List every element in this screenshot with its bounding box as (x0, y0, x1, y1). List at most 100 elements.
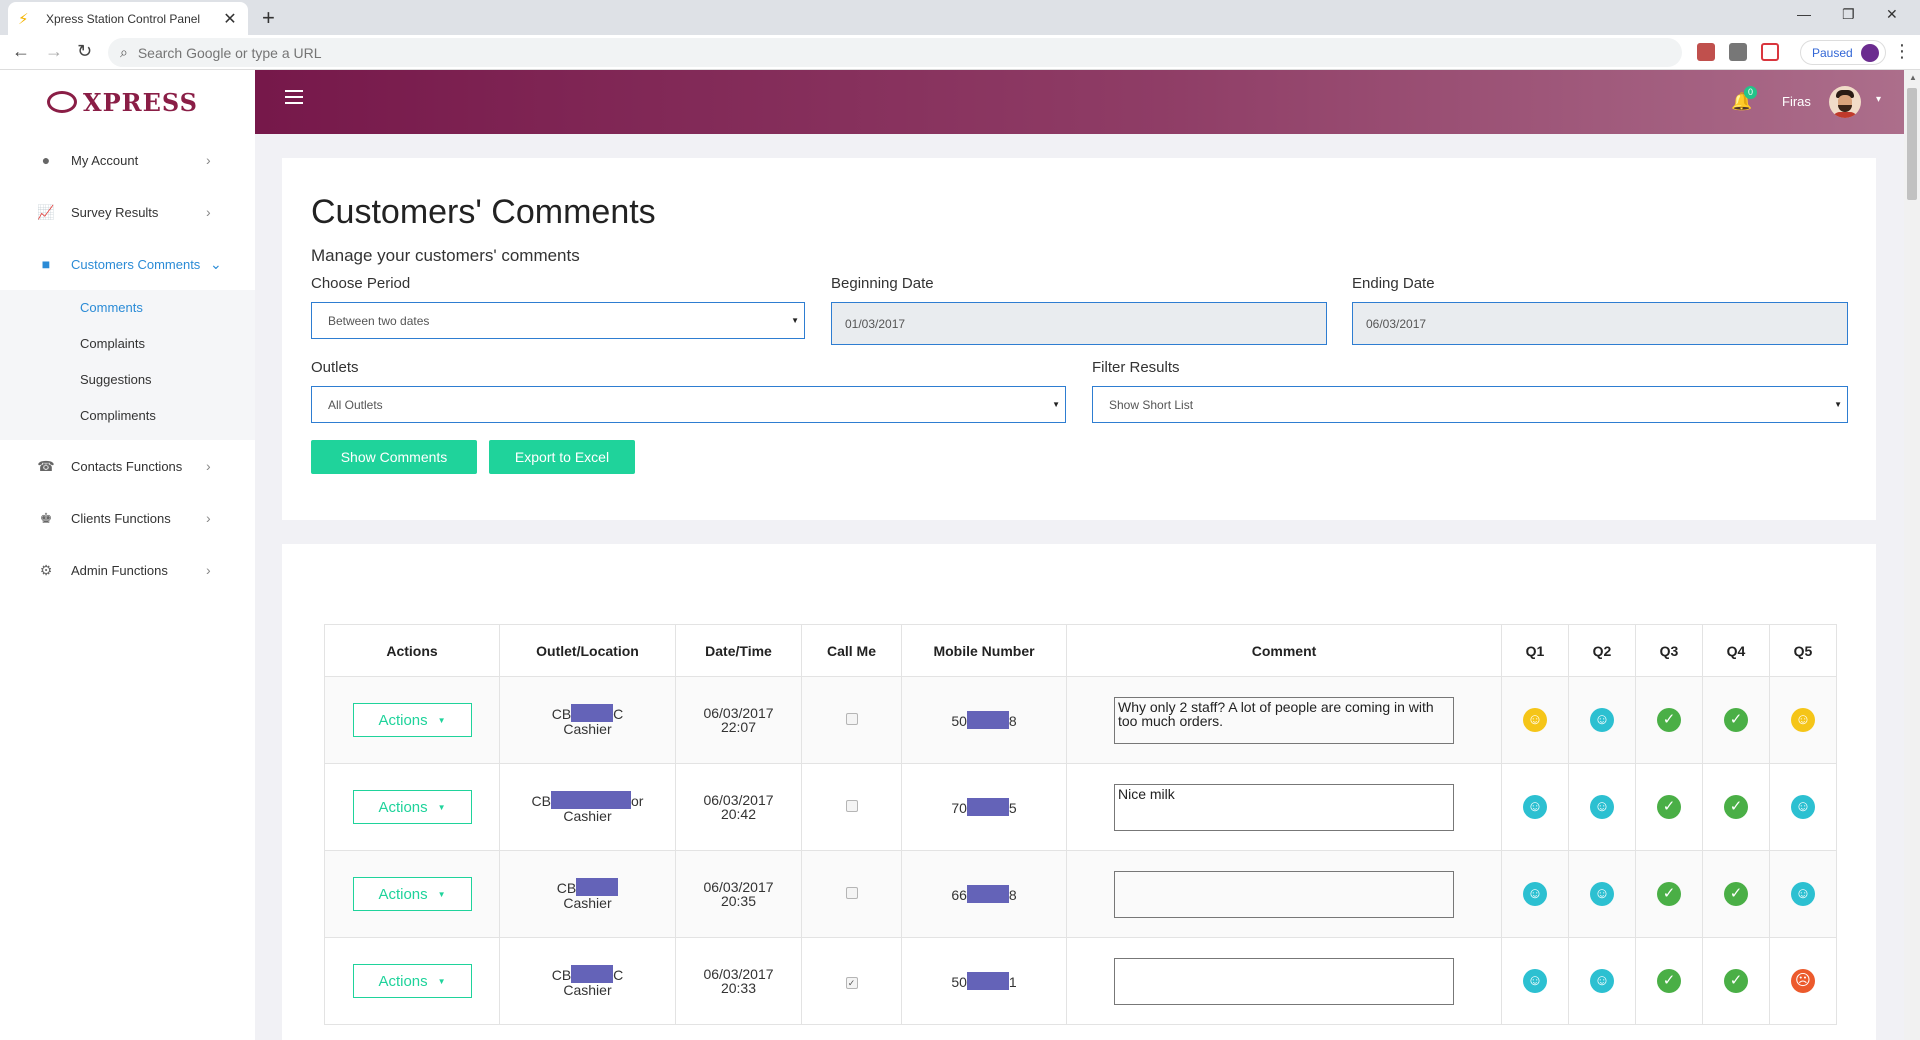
column-header[interactable]: Call Me (801, 624, 902, 677)
time-text: 22:07 (720, 719, 757, 735)
actions-dropdown-button[interactable]: Actions ▼ (352, 964, 472, 998)
outlets-select[interactable]: All Outlets ▼ (311, 386, 1066, 423)
sad-face-icon: ☹ (1791, 969, 1815, 993)
column-header[interactable]: Outlet/Location (499, 624, 676, 677)
comment-textbox[interactable] (1114, 957, 1454, 1005)
submenu-item-suggestions[interactable]: Suggestions (0, 362, 255, 398)
reload-icon[interactable]: ↻ (77, 41, 92, 62)
forward-icon[interactable]: → (45, 41, 63, 62)
page-subtitle: Manage your customers' comments (311, 246, 580, 265)
back-icon[interactable]: ← (12, 41, 30, 62)
export-excel-button[interactable]: Export to Excel (489, 440, 635, 474)
outlet-text: C (613, 967, 624, 983)
column-header[interactable]: Comment (1066, 624, 1502, 677)
beginning-date-field[interactable] (831, 302, 1327, 345)
mobile-text: 50 (951, 974, 967, 990)
comments-table-card: Actions Outlet/Location Date/Time Call M… (282, 544, 1876, 1040)
comment-textbox[interactable] (1114, 870, 1454, 918)
sidebar-item-my-account[interactable]: ● My Account › (0, 134, 255, 186)
show-comments-button[interactable]: Show Comments (311, 440, 477, 474)
sidebar-item-label: Survey Results (71, 204, 159, 220)
hamburger-menu-icon[interactable] (285, 90, 303, 104)
select-arrow-icon: ▼ (1052, 400, 1060, 409)
q4-cell: ✓ (1702, 850, 1770, 938)
comment-cell (1066, 850, 1502, 938)
period-select[interactable]: Between two dates ▼ (311, 302, 805, 339)
table-row: Actions ▼ CB or Cashier 06/03/2017 20:42 70 5… (324, 763, 1837, 851)
username[interactable]: Firas (1782, 94, 1811, 109)
outlet-cell: CB C Cashier (499, 676, 676, 764)
location-text: Cashier (563, 721, 612, 737)
mobile-text: 1 (1008, 974, 1017, 990)
datetime-cell: 06/03/2017 20:42 (675, 763, 802, 851)
filter-results-select[interactable]: Show Short List ▼ (1092, 386, 1848, 423)
call-me-checkbox-checked[interactable]: ✓ (845, 977, 858, 989)
actions-dropdown-button[interactable]: Actions ▼ (352, 877, 472, 911)
beginning-date-label: Beginning Date (831, 275, 934, 292)
sidebar-item-customers-comments[interactable]: ■ Customers Comments ⌄ (0, 238, 255, 290)
top-header: 🔔 0 Firas ▾ (255, 70, 1904, 134)
chevron-right-icon: › (206, 152, 211, 168)
minimize-icon[interactable]: — (1797, 6, 1811, 22)
column-header[interactable]: Q5 (1769, 624, 1837, 677)
sidebar-item-survey-results[interactable]: 📈 Survey Results › (0, 186, 255, 238)
caret-down-icon: ▼ (437, 889, 446, 899)
sidebar-item-contacts-functions[interactable]: ☎ Contacts Functions › (0, 440, 255, 492)
puzzle-extension-icon[interactable] (1729, 43, 1747, 61)
avatar[interactable] (1829, 86, 1861, 118)
sidebar-item-admin-functions[interactable]: ⚙ Admin Functions › (0, 544, 255, 596)
actions-dropdown-button[interactable]: Actions ▼ (352, 790, 472, 824)
sidebar-item-clients-functions[interactable]: ♚ Clients Functions › (0, 492, 255, 544)
submenu-item-complaints[interactable]: Complaints (0, 326, 255, 362)
submenu-item-comments[interactable]: Comments (0, 290, 255, 326)
mobile-cell: 50 8 (901, 676, 1067, 764)
close-window-icon[interactable]: ✕ (1886, 6, 1898, 23)
call-me-checkbox[interactable] (845, 800, 858, 812)
new-tab-button[interactable]: + (262, 5, 275, 31)
caret-down-icon: ▼ (437, 715, 446, 725)
comment-textbox[interactable]: Nice milk (1114, 783, 1454, 831)
column-header[interactable]: Mobile Number (901, 624, 1067, 677)
comment-textbox[interactable]: Why only 2 staff? A lot of people are co… (1114, 696, 1454, 744)
check-circle-icon: ✓ (1657, 795, 1681, 819)
sidebar-item-label: My Account (71, 152, 139, 168)
pocket-extension-icon[interactable] (1761, 43, 1779, 61)
page-scrollbar[interactable]: ▲ (1904, 70, 1920, 1040)
check-circle-icon: ✓ (1657, 882, 1681, 906)
column-header[interactable]: Actions (324, 624, 500, 677)
browser-tab[interactable]: ⚡ Xpress Station Control Panel ✕ (8, 2, 248, 35)
actions-dropdown-button[interactable]: Actions ▼ (352, 703, 472, 737)
chevron-down-icon[interactable]: ▾ (1876, 94, 1881, 105)
redaction-block (966, 711, 1009, 729)
call-me-checkbox[interactable] (845, 887, 858, 899)
omnibox-input[interactable] (137, 44, 1538, 61)
column-header[interactable]: Date/Time (675, 624, 802, 677)
time-text: 20:42 (720, 806, 757, 822)
browser-menu-icon[interactable]: ⋮ (1893, 41, 1911, 62)
pdf-extension-icon[interactable] (1697, 43, 1715, 61)
brand-logo[interactable]: XPRESS (0, 70, 255, 134)
chevron-right-icon: › (206, 562, 211, 578)
q5-cell: ☺ (1769, 850, 1837, 938)
ending-date-field[interactable] (1352, 302, 1848, 345)
scroll-up-arrow-icon[interactable]: ▲ (1909, 73, 1917, 82)
column-header[interactable]: Q3 (1635, 624, 1703, 677)
actions-cell: Actions ▼ (324, 937, 500, 1025)
browser-toolbar: ← → ↻ ⌕ Paused ⋮ (0, 35, 1920, 70)
mobile-text: 8 (1008, 713, 1017, 729)
redaction-block (966, 798, 1009, 816)
q1-cell: ☺ (1501, 937, 1569, 1025)
call-me-checkbox[interactable] (845, 713, 858, 725)
column-header[interactable]: Q1 (1501, 624, 1569, 677)
omnibox[interactable]: ⌕ (108, 38, 1682, 67)
submenu-item-compliments[interactable]: Compliments (0, 398, 255, 434)
tab-close-icon[interactable]: ✕ (222, 9, 238, 29)
redaction-block (551, 791, 631, 809)
column-header[interactable]: Q4 (1702, 624, 1770, 677)
restore-icon[interactable]: ❐ (1842, 6, 1855, 23)
notification-badge: 0 (1744, 86, 1757, 99)
profile-paused-button[interactable]: Paused (1800, 40, 1886, 65)
scrollbar-thumb[interactable] (1907, 88, 1917, 200)
outlets-select-value: All Outlets (328, 397, 383, 412)
column-header[interactable]: Q2 (1568, 624, 1636, 677)
